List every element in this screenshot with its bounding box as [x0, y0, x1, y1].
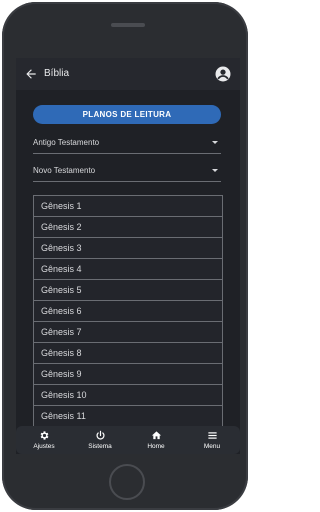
- chapter-item[interactable]: Gênesis 7: [34, 322, 222, 343]
- bottom-navigation: Ajustes Sistema Home Menu: [16, 426, 240, 454]
- old-testament-select[interactable]: Antigo Testamento: [33, 133, 221, 154]
- new-testament-label: Novo Testamento: [33, 166, 96, 175]
- new-testament-select[interactable]: Novo Testamento: [33, 161, 221, 182]
- chapter-item[interactable]: Gênesis 11: [34, 406, 222, 427]
- nav-menu-label: Menu: [203, 443, 221, 450]
- home-icon: [151, 431, 161, 440]
- chapter-list: Gênesis 1 Gênesis 2 Gênesis 3 Gênesis 4 …: [33, 195, 223, 427]
- chapter-item[interactable]: Gênesis 10: [34, 385, 222, 406]
- page-title: Bíblia: [44, 68, 70, 79]
- app-screen: Bíblia PLANOS DE LEITURA Antigo Testamen…: [16, 58, 240, 454]
- dropdown-arrow-icon: [212, 169, 218, 172]
- nav-settings[interactable]: Ajustes: [16, 426, 72, 454]
- speaker-grille: [111, 23, 145, 27]
- phone-home-button: [109, 464, 145, 500]
- app-bar: Bíblia: [16, 58, 240, 90]
- chapter-item[interactable]: Gênesis 4: [34, 259, 222, 280]
- nav-settings-label: Ajustes: [33, 443, 55, 450]
- chapter-item[interactable]: Gênesis 6: [34, 301, 222, 322]
- chapter-item[interactable]: Gênesis 9: [34, 364, 222, 385]
- phone-frame: Bíblia PLANOS DE LEITURA Antigo Testamen…: [2, 2, 248, 510]
- hamburger-icon: [207, 432, 217, 439]
- reading-plans-button[interactable]: PLANOS DE LEITURA: [33, 105, 221, 124]
- nav-system[interactable]: Sistema: [72, 426, 128, 454]
- dropdown-arrow-icon: [212, 141, 218, 144]
- account-circle-icon[interactable]: [214, 65, 232, 83]
- chapter-item[interactable]: Gênesis 5: [34, 280, 222, 301]
- nav-system-label: Sistema: [88, 443, 112, 450]
- nav-menu[interactable]: Menu: [184, 426, 240, 454]
- nav-home-label: Home: [147, 443, 165, 450]
- power-icon: [95, 430, 105, 440]
- gear-icon: [40, 431, 48, 440]
- chapter-item[interactable]: Gênesis 3: [34, 238, 222, 259]
- old-testament-label: Antigo Testamento: [33, 138, 100, 147]
- chapter-item[interactable]: Gênesis 8: [34, 343, 222, 364]
- back-arrow-icon[interactable]: [24, 67, 38, 81]
- nav-home[interactable]: Home: [128, 426, 184, 454]
- chapter-item[interactable]: Gênesis 1: [34, 196, 222, 217]
- chapter-item[interactable]: Gênesis 2: [34, 217, 222, 238]
